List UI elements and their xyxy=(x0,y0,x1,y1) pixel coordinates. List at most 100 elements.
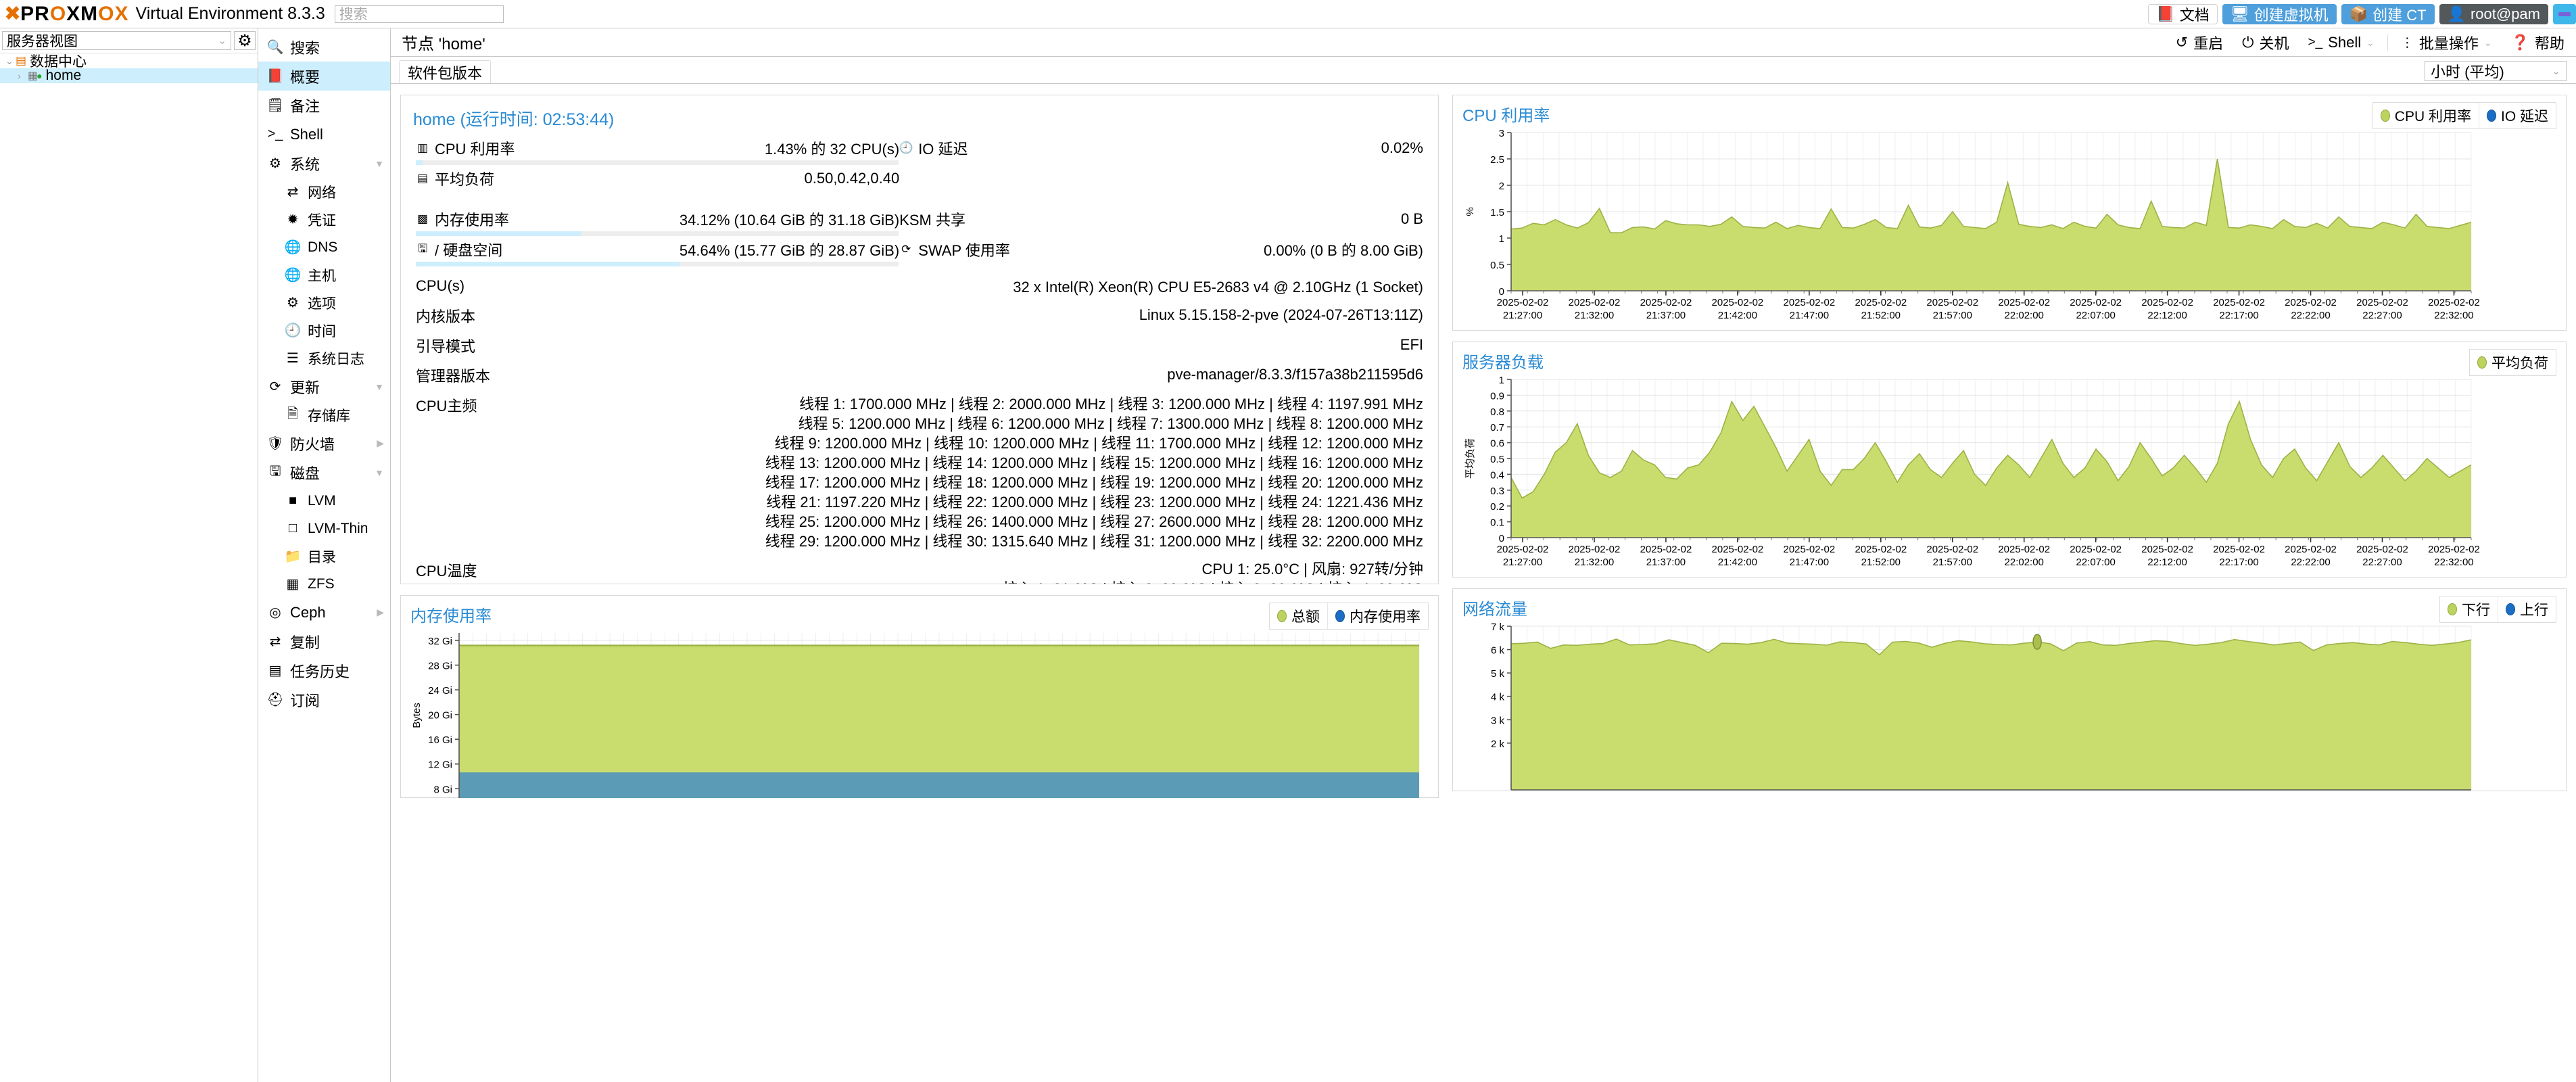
info-row-key: CPU主频 xyxy=(416,398,477,415)
shutdown-button[interactable]: ⏻ 关机 xyxy=(2233,32,2298,53)
nav-item-磁盘[interactable]: 🖫 磁盘 ▼ xyxy=(258,458,390,487)
legend-dot-blue-icon xyxy=(1335,610,1345,622)
legend-label: 内存使用率 xyxy=(1350,609,1421,625)
breadcrumb-bar: 节点 'home' ↺ 重启 ⏻ 关机 >_ Shell ⌄ ⋮ 批量操作 ⌄ … xyxy=(391,28,2576,57)
nav-item-更新[interactable]: ⟳ 更新 ▼ xyxy=(258,372,390,401)
chevron-right-icon[interactable]: ▶ xyxy=(377,607,384,618)
hdd-icon: 🖫 xyxy=(269,463,281,479)
cpu-usage-chart[interactable]: 0 0.5 1 1.5 2 2.5 3% 2025-02-02 21:27:00 2025-02-… xyxy=(1453,127,2566,330)
svg-text:0.3: 0.3 xyxy=(1490,486,1504,497)
nav-item-系统日志[interactable]: ☰ 系统日志 xyxy=(258,344,390,372)
nav-item-备注[interactable]: 🗒 备注 xyxy=(258,91,390,120)
nav-item-ZFS[interactable]: ▦ ZFS xyxy=(258,570,390,598)
chevron-down-icon[interactable]: ⌄ xyxy=(5,55,14,67)
view-selector[interactable]: 服务器视图 ⌄ xyxy=(2,31,231,50)
ksm-value: 0 B xyxy=(1400,210,1423,227)
tree-item-datacenter[interactable]: ⌄ ▤ 数据中心 xyxy=(0,53,258,70)
reboot-button[interactable]: ↺ 重启 xyxy=(2166,32,2233,53)
svg-text:2025-02-02: 2025-02-02 xyxy=(2141,297,2193,308)
svg-text:0.2: 0.2 xyxy=(1490,501,1504,513)
docs-button[interactable]: 📕 文档 xyxy=(2148,4,2218,24)
nav-item-主机[interactable]: 🌐 主机 xyxy=(258,261,390,289)
nav-item-LVM[interactable]: ■ LVM xyxy=(258,487,390,515)
server-load-chart[interactable]: 0 0.1 0.2 0.3 0.4 0.5 0.6 0.7 0.8 0.9 1 平均负荷 2025-02… xyxy=(1453,374,2566,577)
nav-item-目录[interactable]: 📁 目录 xyxy=(258,542,390,570)
svg-text:2025-02-02: 2025-02-02 xyxy=(2070,297,2122,308)
disk-progress-fill xyxy=(416,262,680,266)
nav-item-网络[interactable]: ⇄ 网络 xyxy=(258,178,390,206)
terminal-icon: >_ xyxy=(267,126,283,141)
legend-item-load[interactable]: 平均负荷 xyxy=(2470,350,2556,375)
svg-text:2025-02-02: 2025-02-02 xyxy=(1497,297,1549,308)
logo-x-icon: ✖ xyxy=(4,3,21,25)
svg-text:21:42:00: 21:42:00 xyxy=(1718,310,1757,321)
svg-text:1: 1 xyxy=(1499,375,1504,386)
io-delay-label: IO 延迟 xyxy=(918,141,968,158)
chevron-down-icon[interactable]: ⌄ xyxy=(2484,37,2492,49)
svg-text:21:37:00: 21:37:00 xyxy=(1646,310,1686,321)
create-vm-button[interactable]: 🖥 创建虚拟机 xyxy=(2222,4,2337,24)
nav-item-防火墙[interactable]: 🛡 防火墙 ▶ xyxy=(258,429,390,458)
network-chart-legend: 下行 上行 xyxy=(2439,596,2556,623)
tab-package-versions[interactable]: 软件包版本 xyxy=(399,60,492,83)
nav-item-系统[interactable]: ⚙ 系统 ▼ xyxy=(258,149,390,178)
legend-item-used[interactable]: 内存使用率 xyxy=(1327,603,1428,629)
nav-item-Ceph[interactable]: ◎ Ceph ▶ xyxy=(258,598,390,627)
network-traffic-chart[interactable]: 2 k 3 k 4 k 5 k 6 k 7 k xyxy=(1453,621,2566,794)
reboot-icon: ↺ xyxy=(2175,34,2189,51)
legend-item-cpu[interactable]: CPU 利用率 xyxy=(2373,103,2479,128)
chevron-right-icon[interactable]: ▶ xyxy=(377,438,384,449)
hdd-icon: 🖫 xyxy=(417,241,428,255)
view-selector-label: 服务器视图 xyxy=(7,34,78,49)
user-icon: 👤 xyxy=(2447,5,2466,22)
chevron-down-icon[interactable]: ▼ xyxy=(375,381,384,392)
load-label: 平均负荷 xyxy=(435,171,495,188)
legend-item-total[interactable]: 总额 xyxy=(1270,603,1327,629)
legend-item-io[interactable]: IO 延迟 xyxy=(2478,103,2556,128)
nav-item-订阅[interactable]: ⛑ 订阅 xyxy=(258,685,390,714)
chevron-right-icon[interactable]: › xyxy=(18,70,24,81)
help-label: 帮助 xyxy=(2534,35,2565,52)
svg-text:22:12:00: 22:12:00 xyxy=(2147,557,2187,568)
svg-text:4 k: 4 k xyxy=(1491,692,1505,703)
create-ct-button[interactable]: 📦 创建 CT xyxy=(2341,4,2435,24)
tree-item-home[interactable]: › ▦ ● home xyxy=(0,68,258,83)
nav-item-Shell[interactable]: >_ Shell xyxy=(258,120,390,149)
tree-settings-button[interactable]: ⚙ xyxy=(234,31,256,50)
svg-text:1: 1 xyxy=(1499,233,1504,245)
list-icon: ☰ xyxy=(287,351,299,366)
legend-item-download[interactable]: 下行 xyxy=(2440,596,2498,622)
svg-text:2025-02-02: 2025-02-02 xyxy=(1497,544,1549,555)
user-menu-button[interactable]: 👤 root@pam xyxy=(2439,4,2548,24)
nav-item-任务历史[interactable]: ▤ 任务历史 xyxy=(258,656,390,685)
help-button[interactable]: ❓ 帮助 xyxy=(2502,32,2573,53)
extra-action-button[interactable] xyxy=(2553,4,2576,24)
memory-usage-chart[interactable]: 8 Gi 12 Gi 16 Gi 20 Gi 24 Gi 28 Gi 32 Gi Bytes xyxy=(401,628,1438,801)
chevron-down-icon[interactable]: ▼ xyxy=(375,467,384,478)
reboot-label: 重启 xyxy=(2193,35,2224,52)
nav-item-label: Ceph xyxy=(290,603,326,621)
bulk-actions-button[interactable]: ⋮ 批量操作 ⌄ xyxy=(2391,32,2501,53)
legend-item-upload[interactable]: 上行 xyxy=(2498,596,2556,622)
nav-item-选项[interactable]: ⚙ 选项 xyxy=(258,289,390,316)
svg-text:Bytes: Bytes xyxy=(411,703,423,728)
global-search-input[interactable]: 搜索 xyxy=(334,5,504,23)
product-name: Virtual Environment 8.3.3 xyxy=(135,4,325,23)
nav-item-搜索[interactable]: 🔍 搜索 xyxy=(258,32,390,62)
chevron-down-icon[interactable]: ▼ xyxy=(375,158,384,169)
nav-item-DNS[interactable]: 🌐 DNS xyxy=(258,233,390,261)
nav-item-时间[interactable]: 🕘 时间 xyxy=(258,316,390,344)
nav-item-复制[interactable]: ⇄ 复制 xyxy=(258,627,390,656)
nav-item-概要[interactable]: 📕 概要 xyxy=(258,62,390,91)
chevron-down-icon[interactable]: ⌄ xyxy=(2366,37,2375,49)
nav-item-存储库[interactable]: 🗎 存储库 xyxy=(258,401,390,429)
nav-item-LVM-Thin[interactable]: □ LVM-Thin xyxy=(258,515,390,542)
nav-item-label: 更新 xyxy=(290,379,320,396)
nav-item-凭证[interactable]: ✹ 凭证 xyxy=(258,206,390,233)
svg-text:0.8: 0.8 xyxy=(1490,406,1504,418)
nav-item-label: 选项 xyxy=(308,296,336,312)
nav-item-label: 复制 xyxy=(290,634,320,651)
timeframe-selector[interactable]: 小时 (平均) ⌄ xyxy=(2425,61,2567,81)
legend-label: CPU 利用率 xyxy=(2394,109,2471,124)
shell-button[interactable]: >_ Shell ⌄ xyxy=(2299,32,2383,53)
